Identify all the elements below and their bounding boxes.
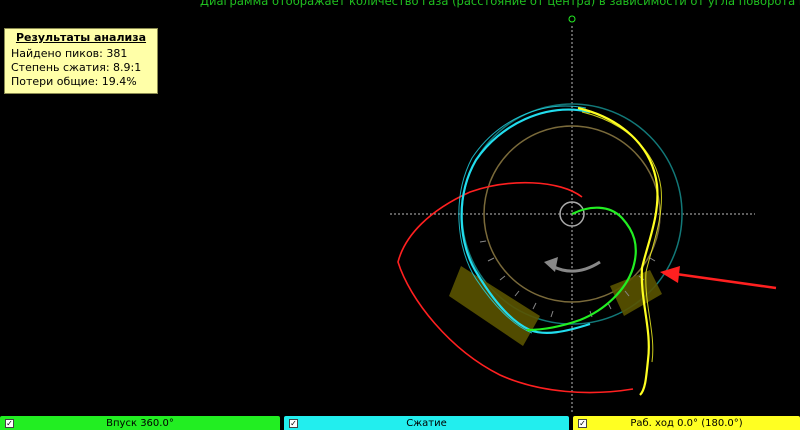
intake-valve-zone [449, 266, 540, 346]
peaks-found-text: Найдено пиков: 381 [11, 47, 128, 60]
results-panel: Результаты анализа Найдено пиков: 381 Ст… [4, 28, 158, 94]
results-title: Результаты анализа [15, 31, 147, 44]
tab-compression-label: Сжатие [406, 418, 447, 429]
tab-power-stroke[interactable]: ✓ Раб. ход 0.0° (180.0°) [573, 416, 800, 430]
rotation-direction-arc [551, 260, 601, 273]
tab-intake-label: Впуск 360.0° [106, 418, 174, 429]
total-losses-text: Потери общие: 19.4% [11, 75, 137, 88]
compression-ratio-text: Степень сжатия: 8.9:1 [11, 61, 142, 74]
tab-intake[interactable]: ✓ Впуск 360.0° [0, 416, 280, 430]
rotation-direction-arrowhead [544, 257, 558, 272]
pointer-arrow-line [675, 272, 777, 290]
tab-power-stroke-label: Раб. ход 0.0° (180.0°) [630, 418, 743, 429]
tab-compression[interactable]: ✓ Сжатие [284, 416, 569, 430]
top-center-marker [568, 15, 576, 23]
